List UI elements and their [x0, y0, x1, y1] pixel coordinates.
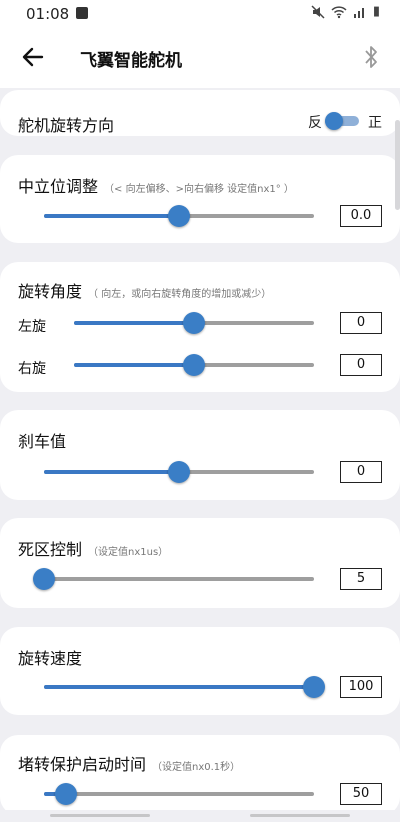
shopping-bag-icon: [76, 7, 88, 19]
mute-icon: [311, 4, 325, 19]
direction-title: 舵机旋转方向: [18, 116, 115, 135]
angle-title-text: 旋转角度: [18, 282, 83, 301]
battery-icon: ▮: [372, 4, 380, 19]
center-title: 中立位调整 （< 向左偏移、>向右偏移 设定值nx1° ）: [18, 173, 294, 197]
angle-right-thumb[interactable]: [183, 354, 205, 376]
signal-icon: [353, 7, 364, 18]
deadzone-card: 死区控制 （设定值nx1us） 5: [0, 518, 400, 608]
center-slider-fill: [44, 214, 179, 218]
page-title: 飞翼智能舵机: [80, 51, 182, 71]
deadzone-slider-thumb[interactable]: [33, 568, 55, 590]
brake-value-field[interactable]: 0: [340, 461, 382, 483]
status-icons: ▮: [311, 4, 380, 19]
center-slider-thumb[interactable]: [168, 205, 190, 227]
speed-card: 旋转速度 100: [0, 627, 400, 715]
center-title-text: 中立位调整: [18, 177, 99, 196]
angle-right-slider[interactable]: [74, 354, 314, 376]
angle-title: 旋转角度 （ 向左，或向右旋转角度的增加或减少）: [18, 278, 271, 302]
speed-slider-thumb[interactable]: [303, 676, 325, 698]
center-slider[interactable]: [44, 205, 314, 227]
bluetooth-icon[interactable]: [362, 44, 380, 70]
nav-bar: [0, 810, 400, 822]
stall-slider-track: [44, 792, 314, 796]
speed-title: 旋转速度: [18, 649, 83, 668]
deadzone-slider-track: [44, 577, 314, 581]
direction-toggle-thumb[interactable]: [325, 112, 343, 130]
speed-value-field[interactable]: 100: [340, 676, 382, 698]
angle-right-label: 右旋: [18, 361, 46, 377]
stall-card: 堵转保护启动时间 （设定值nx0.1秒） 50: [0, 735, 400, 815]
speed-slider[interactable]: [44, 676, 325, 698]
app-bar: 飞翼智能舵机: [0, 28, 400, 88]
direction-forward-label: 正: [368, 115, 382, 131]
brake-slider[interactable]: [44, 461, 314, 483]
brake-slider-fill: [44, 470, 179, 474]
deadzone-slider[interactable]: [33, 568, 314, 590]
angle-left-label: 左旋: [18, 319, 46, 335]
deadzone-title: 死区控制 （设定值nx1us）: [18, 536, 168, 560]
center-hint: （< 向左偏移、>向右偏移 设定值nx1° ）: [104, 184, 294, 195]
deadzone-hint: （设定值nx1us）: [88, 547, 169, 558]
scrollbar[interactable]: [395, 120, 400, 210]
deadzone-value-field[interactable]: 5: [340, 568, 382, 590]
angle-left-slider[interactable]: [74, 312, 314, 334]
stall-title-text: 堵转保护启动时间: [18, 755, 147, 774]
status-bar: 01:08 ▮: [0, 0, 400, 28]
status-time: 01:08: [26, 5, 70, 23]
angle-left-fill: [74, 321, 194, 325]
nav-pill-left: [50, 814, 150, 817]
brake-slider-thumb[interactable]: [168, 461, 190, 483]
stall-hint: （设定值nx0.1秒）: [152, 762, 241, 773]
angle-hint: （ 向左，或向右旋转角度的增加或减少）: [88, 289, 272, 300]
stall-value-field[interactable]: 50: [340, 783, 382, 805]
center-value-field[interactable]: 0.0: [340, 205, 382, 227]
stall-slider-thumb[interactable]: [55, 783, 77, 805]
angle-right-fill: [74, 363, 194, 367]
stall-title: 堵转保护启动时间 （设定值nx0.1秒）: [18, 751, 240, 775]
direction-card: 舵机旋转方向 反 正: [0, 90, 400, 136]
nav-pill-right: [250, 814, 350, 817]
brake-title: 刹车值: [18, 432, 67, 451]
deadzone-title-text: 死区控制: [18, 540, 83, 559]
wifi-icon: [331, 5, 347, 18]
brake-card: 刹车值 0: [0, 410, 400, 500]
back-arrow-icon[interactable]: [18, 42, 48, 72]
direction-toggle[interactable]: [325, 112, 359, 130]
angle-left-value-field[interactable]: 0: [340, 312, 382, 334]
stall-slider[interactable]: [44, 783, 314, 805]
center-card: 中立位调整 （< 向左偏移、>向右偏移 设定值nx1° ） 0.0: [0, 155, 400, 243]
direction-reverse-label: 反: [308, 115, 322, 131]
angle-right-value-field[interactable]: 0: [340, 354, 382, 376]
angle-left-thumb[interactable]: [183, 312, 205, 334]
speed-slider-fill: [44, 685, 314, 689]
angle-card: 旋转角度 （ 向左，或向右旋转角度的增加或减少） 左旋 0 右旋 0: [0, 262, 400, 392]
